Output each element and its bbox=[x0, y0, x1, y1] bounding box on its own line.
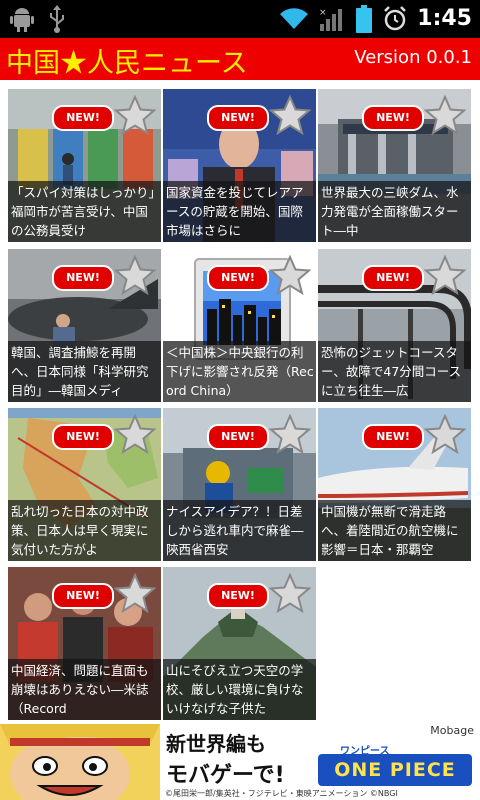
news-tile[interactable]: NEW! 中国機が無断で滑走路へ、着陸間近の航空機に影響＝日本・那覇空 bbox=[318, 408, 471, 561]
news-caption: 山にそびえ立つ天空の学校、厳しい環境に負けないけなげな子供た bbox=[163, 659, 316, 720]
news-caption: 恐怖のジェットコースター、故障で47分間コースに立ち往生―広 bbox=[318, 341, 471, 402]
new-badge: NEW! bbox=[362, 105, 424, 131]
favorite-star-icon[interactable] bbox=[269, 255, 311, 295]
app-title-bar: 中国★人民ニュース Version 0.0.1 bbox=[0, 38, 480, 80]
signal-icon: × bbox=[319, 8, 343, 31]
banner-credit: ©尾田栄一郎/集英社・フジテレビ・東映アニメーション ©NBGI bbox=[165, 789, 398, 798]
news-caption: 「スパイ対策はしっかり」福岡市が苦言受け、中国の公務員受け bbox=[8, 181, 161, 242]
app-title: 中国★人民ニュース bbox=[6, 48, 248, 79]
wifi-icon bbox=[280, 8, 309, 30]
news-caption: 国家資金を投じてレアアースの貯蔵を開始、国際市場はさらに bbox=[163, 181, 316, 242]
banner-product-logo: ONE PIECE bbox=[318, 754, 472, 786]
new-badge: NEW! bbox=[207, 105, 269, 131]
banner-headline: 新世界編も bbox=[166, 732, 266, 756]
new-badge: NEW! bbox=[52, 583, 114, 609]
news-caption: 中国機が無断で滑走路へ、着陸間近の航空機に影響＝日本・那覇空 bbox=[318, 500, 471, 561]
news-caption: 中国経済、問題に直面も崩壊はありえない―米誌（Record bbox=[8, 659, 161, 720]
new-badge: NEW! bbox=[207, 424, 269, 450]
android-debug-icon bbox=[10, 8, 34, 32]
news-tile[interactable]: NEW! 山にそびえ立つ天空の学校、厳しい環境に負けないけなげな子供た bbox=[163, 567, 316, 720]
new-badge: NEW! bbox=[52, 424, 114, 450]
favorite-star-icon[interactable] bbox=[269, 573, 311, 613]
new-badge: NEW! bbox=[362, 265, 424, 291]
new-badge: NEW! bbox=[52, 105, 114, 131]
new-badge: NEW! bbox=[362, 424, 424, 450]
favorite-star-icon[interactable] bbox=[424, 255, 466, 295]
new-badge: NEW! bbox=[52, 265, 114, 291]
news-tile[interactable]: NEW! 韓国、調査捕鯨を再開へ、日本同様「科学研究目的」―韓国メディ bbox=[8, 249, 161, 402]
status-right-icons: × 1:45 bbox=[279, 4, 472, 34]
battery-icon bbox=[356, 5, 373, 33]
banner-character-illustration bbox=[0, 724, 160, 800]
alarm-icon bbox=[384, 6, 407, 31]
status-time: 1:45 bbox=[417, 6, 472, 31]
banner-brand: Mobage bbox=[430, 724, 474, 737]
news-tile[interactable]: NEW! ＜中国株＞中央銀行の利下げに影響され反発（Record China） bbox=[163, 249, 316, 402]
news-caption: ナイスアイデア？！日差しから逃れ車内で麻雀―陝西省西安 bbox=[163, 500, 316, 561]
banner-subheadline: モバゲーで! bbox=[166, 763, 285, 788]
favorite-star-icon[interactable] bbox=[424, 95, 466, 135]
usb-icon bbox=[50, 5, 64, 33]
ad-banner[interactable]: Mobage 新世界編も モバゲーで! ワンピース ONE PIECE ©尾田栄… bbox=[0, 724, 480, 800]
news-caption: 世界最大の三峡ダム、水力発電が全面稼働スタート―中 bbox=[318, 181, 471, 242]
news-caption: 韓国、調査捕鯨を再開へ、日本同様「科学研究目的」―韓国メディ bbox=[8, 341, 161, 402]
news-tile[interactable]: NEW! 乱れ切った日本の対中政策、日本人は早く現実に気付いた方がよ bbox=[8, 408, 161, 561]
news-tile[interactable]: NEW! ナイスアイデア？！日差しから逃れ車内で麻雀―陝西省西安 bbox=[163, 408, 316, 561]
news-tile[interactable]: NEW! 世界最大の三峡ダム、水力発電が全面稼働スタート―中 bbox=[318, 89, 471, 242]
status-left-icons bbox=[10, 5, 66, 33]
favorite-star-icon[interactable] bbox=[269, 414, 311, 454]
new-badge: NEW! bbox=[207, 583, 269, 609]
new-badge: NEW! bbox=[207, 265, 269, 291]
news-caption: 乱れ切った日本の対中政策、日本人は早く現実に気付いた方がよ bbox=[8, 500, 161, 561]
news-tile[interactable]: NEW! 国家資金を投じてレアアースの貯蔵を開始、国際市場はさらに bbox=[163, 89, 316, 242]
favorite-star-icon[interactable] bbox=[424, 414, 466, 454]
news-caption: ＜中国株＞中央銀行の利下げに影響され反発（Record China） bbox=[163, 341, 316, 402]
favorite-star-icon[interactable] bbox=[114, 414, 156, 454]
news-tile[interactable]: NEW! 中国経済、問題に直面も崩壊はありえない―米誌（Record bbox=[8, 567, 161, 720]
favorite-star-icon[interactable] bbox=[114, 95, 156, 135]
app-version: Version 0.0.1 bbox=[354, 47, 472, 68]
status-bar: × 1:45 bbox=[0, 0, 480, 38]
news-tile[interactable]: NEW! 「スパイ対策はしっかり」福岡市が苦言受け、中国の公務員受け bbox=[8, 89, 161, 242]
news-tile[interactable]: NEW! 恐怖のジェットコースター、故障で47分間コースに立ち往生―広 bbox=[318, 249, 471, 402]
svg-text:×: × bbox=[319, 8, 327, 18]
favorite-star-icon[interactable] bbox=[114, 573, 156, 613]
favorite-star-icon[interactable] bbox=[114, 255, 156, 295]
favorite-star-icon[interactable] bbox=[269, 95, 311, 135]
